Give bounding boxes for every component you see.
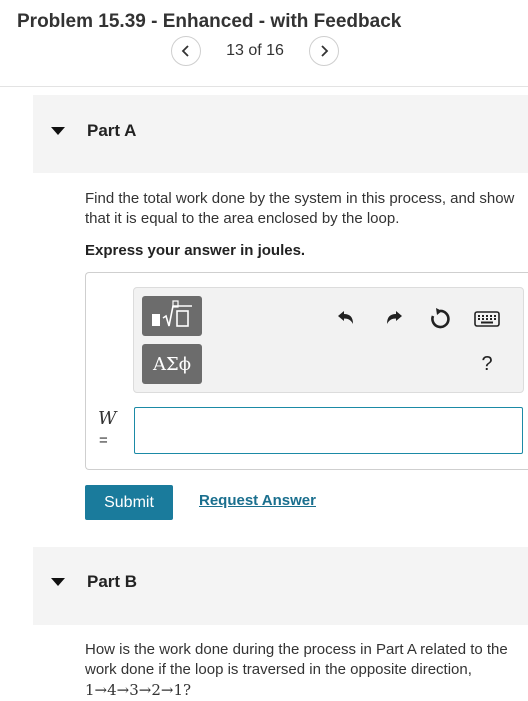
problem-counter: 13 of 16 (226, 42, 284, 59)
problem-header: Problem 15.39 - Enhanced - with Feedback… (0, 0, 528, 87)
redo-button[interactable] (380, 304, 408, 332)
help-button[interactable]: ? (476, 353, 498, 377)
undo-icon (338, 311, 353, 324)
part-b-question-math: 1→4→3→2→1? (85, 681, 192, 699)
part-a-question: Find the total work done by the system i… (85, 190, 515, 227)
reset-button[interactable] (426, 304, 454, 332)
reset-icon (431, 308, 450, 329)
answer-input[interactable] (134, 407, 523, 454)
part-a-caret-icon[interactable] (51, 127, 65, 135)
page-title: Problem 15.39 - Enhanced - with Feedback (17, 11, 402, 32)
part-b-question-text: How is the work done during the process … (85, 641, 508, 678)
previous-problem-button[interactable] (171, 36, 201, 66)
answer-variable: W (98, 408, 117, 429)
greek-symbols-button[interactable]: ΑΣϕ (142, 344, 202, 384)
next-problem-button[interactable] (309, 36, 339, 66)
part-a-instruction: Express your answer in joules. (85, 242, 306, 259)
templates-icon (152, 300, 192, 327)
part-a-title: Part A (87, 121, 137, 140)
templates-button[interactable] (142, 296, 202, 336)
chevron-right-icon (321, 45, 329, 57)
part-b-question: How is the work done during the process … (85, 640, 525, 701)
chevron-left-icon (181, 45, 189, 57)
part-b-caret-icon[interactable] (51, 578, 65, 586)
request-answer-link[interactable]: Request Answer (199, 492, 316, 509)
keyboard-button[interactable] (473, 305, 501, 333)
undo-button[interactable] (332, 304, 360, 332)
equals-sign: = (99, 432, 108, 449)
part-b-title: Part B (87, 572, 138, 591)
keyboard-icon (474, 311, 500, 327)
submit-button[interactable]: Submit (85, 485, 173, 520)
redo-icon (387, 311, 402, 324)
